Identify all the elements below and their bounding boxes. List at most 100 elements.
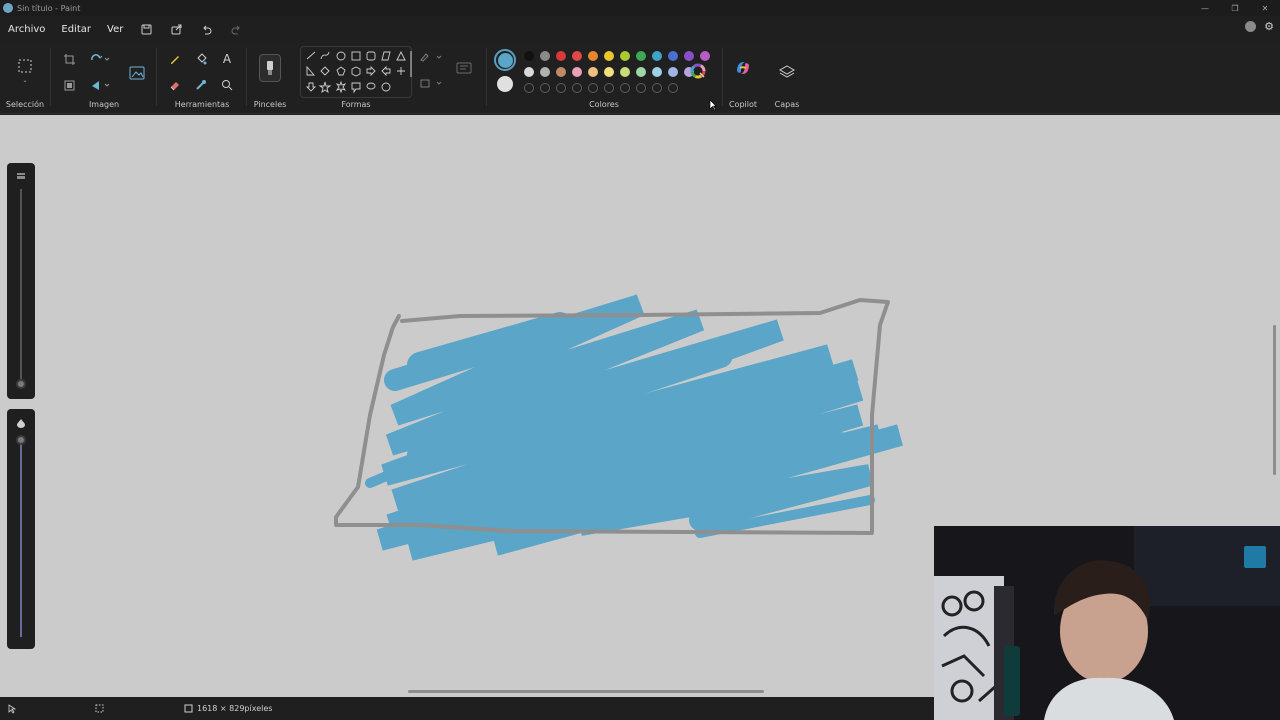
tools-label: Herramientas: [174, 100, 230, 109]
selection-size-icon: [95, 704, 104, 713]
color-swatch[interactable]: [588, 67, 598, 77]
custom-color-slot[interactable]: [620, 83, 630, 93]
canvas-size: 1618 × 829píxeles: [184, 704, 272, 713]
color-swatch[interactable]: [540, 51, 550, 61]
divider: [486, 48, 487, 106]
settings-icon[interactable]: ⚙: [1264, 21, 1274, 32]
color-swatch[interactable]: [620, 67, 630, 77]
color-swatch[interactable]: [652, 51, 662, 61]
crop-icon[interactable]: [62, 52, 76, 66]
undo-icon[interactable]: [191, 24, 221, 35]
menu-view[interactable]: Ver: [99, 24, 131, 35]
close-icon[interactable]: ✕: [1250, 0, 1280, 16]
custom-color-slot[interactable]: [604, 83, 614, 93]
image-background-icon[interactable]: [126, 62, 148, 84]
copilot-group: Copilot: [724, 42, 762, 114]
brush-icon[interactable]: [259, 54, 281, 82]
rotate-icon[interactable]: [88, 52, 112, 66]
fill-bucket-icon[interactable]: [194, 52, 208, 66]
color-swatch[interactable]: [588, 51, 598, 61]
shapes-gallery[interactable]: [300, 46, 412, 98]
color-swatch[interactable]: [524, 67, 534, 77]
custom-color-slot[interactable]: [588, 83, 598, 93]
menu-edit[interactable]: Editar: [53, 24, 99, 35]
brush-size-panel: [7, 163, 35, 399]
custom-color-slot[interactable]: [652, 83, 662, 93]
copilot-icon[interactable]: [733, 58, 753, 78]
opacity-slider-track[interactable]: [20, 437, 22, 637]
vertical-scroll-thumb[interactable]: [1273, 325, 1276, 475]
divider: [246, 48, 247, 106]
color-swatch[interactable]: [540, 67, 550, 77]
brush-size-slider-track[interactable]: [20, 189, 22, 385]
text-icon[interactable]: A: [220, 52, 234, 66]
secondary-color-swatch[interactable]: [497, 76, 513, 92]
color-swatch[interactable]: [636, 67, 646, 77]
canvas-size-icon: [184, 704, 193, 713]
opacity-slider-knob[interactable]: [16, 435, 26, 445]
color-swatch[interactable]: [604, 51, 614, 61]
color-swatch[interactable]: [572, 67, 582, 77]
rectangle-select-icon[interactable]: [15, 56, 35, 76]
account-icon[interactable]: [1245, 21, 1257, 32]
color-swatch[interactable]: [684, 51, 694, 61]
webcam-overlay: [934, 526, 1280, 720]
webcam-person-image: [934, 526, 1280, 720]
redo-icon[interactable]: [221, 24, 251, 35]
title-bar: Sin título - Paint — ❐ ✕: [0, 0, 1280, 16]
primary-color-swatch[interactable]: [494, 49, 516, 71]
color-swatch[interactable]: [668, 67, 678, 77]
horizontal-scroll-thumb[interactable]: [408, 690, 764, 693]
window-controls: — ❐ ✕: [1190, 0, 1280, 16]
layers-group: Capas: [766, 42, 808, 114]
copilot-label: Copilot: [728, 100, 758, 109]
selection-label: Selección: [5, 100, 45, 109]
resize-icon[interactable]: [62, 78, 76, 92]
color-swatch[interactable]: [700, 51, 710, 61]
color-picker-icon[interactable]: [194, 78, 208, 92]
maximize-icon[interactable]: ❐: [1220, 0, 1250, 16]
custom-color-slot[interactable]: [524, 83, 534, 93]
color-swatch[interactable]: [668, 51, 678, 61]
color-swatch[interactable]: [652, 67, 662, 77]
color-swatch[interactable]: [556, 67, 566, 77]
selection-group: ⌄ Selección: [0, 42, 50, 114]
colors-label: Colores: [589, 100, 619, 109]
menu-file[interactable]: Archivo: [0, 24, 53, 35]
flip-icon[interactable]: [88, 78, 112, 92]
color-swatch[interactable]: [636, 51, 646, 61]
shape-fill-icon[interactable]: [418, 76, 444, 90]
color-swatch[interactable]: [604, 67, 614, 77]
edit-colors-icon[interactable]: [689, 62, 707, 80]
brush-size-icon: [15, 171, 27, 181]
window-title: Sin título - Paint: [17, 3, 81, 13]
divider: [156, 48, 157, 106]
pencil-icon[interactable]: [168, 52, 182, 66]
mouse-cursor-icon: [708, 98, 718, 112]
color-swatch[interactable]: [572, 51, 582, 61]
share-icon[interactable]: [161, 24, 191, 35]
shape-style-icon[interactable]: [454, 58, 474, 78]
image-group: Imagen: [52, 42, 156, 114]
custom-color-slot[interactable]: [556, 83, 566, 93]
canvas-dimensions: 1618 × 829píxeles: [197, 704, 273, 713]
image-label: Imagen: [88, 100, 120, 109]
eraser-icon[interactable]: [168, 78, 182, 92]
save-icon[interactable]: [131, 24, 161, 35]
divider: [50, 48, 51, 106]
shape-outline-icon[interactable]: [418, 50, 444, 64]
color-swatch[interactable]: [556, 51, 566, 61]
custom-color-slot[interactable]: [572, 83, 582, 93]
minimize-icon[interactable]: —: [1190, 0, 1220, 16]
selection-chevron-icon[interactable]: ⌄: [20, 76, 30, 84]
shapes-label: Formas: [341, 100, 371, 109]
custom-color-slot[interactable]: [636, 83, 646, 93]
tools-group: A Herramientas: [158, 42, 246, 114]
brush-size-slider-knob[interactable]: [16, 379, 26, 389]
color-swatch[interactable]: [524, 51, 534, 61]
magnifier-icon[interactable]: [220, 78, 234, 92]
layers-icon[interactable]: [777, 62, 797, 82]
color-swatch[interactable]: [620, 51, 630, 61]
custom-color-slot[interactable]: [668, 83, 678, 93]
custom-color-slot[interactable]: [540, 83, 550, 93]
